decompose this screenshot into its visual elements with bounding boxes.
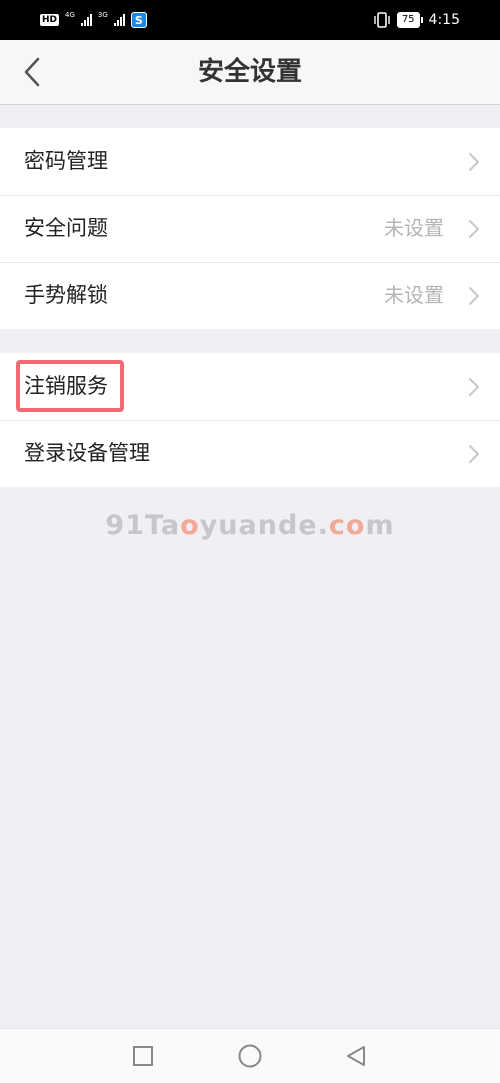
- row-value: 未设置: [384, 216, 444, 240]
- page-title: 安全设置: [197, 57, 302, 87]
- triangle-back-icon: [347, 1046, 365, 1066]
- header: 安全设置: [0, 40, 500, 105]
- settings-group-1: 密码管理 安全问题 未设置 手势解锁 未设置: [0, 128, 500, 329]
- watermark-part: m: [365, 510, 395, 541]
- row-security-question[interactable]: 安全问题 未设置: [0, 195, 500, 262]
- row-login-device-management[interactable]: 登录设备管理: [0, 420, 500, 487]
- square-icon: [133, 1046, 153, 1066]
- chevron-right-icon: [469, 287, 479, 305]
- row-label: 登录设备管理: [24, 441, 150, 465]
- battery-level: 75: [396, 12, 420, 28]
- row-label: 手势解锁: [24, 283, 108, 307]
- row-password-management[interactable]: 密码管理: [0, 128, 500, 195]
- watermark-accent: o: [180, 510, 200, 541]
- chevron-right-icon: [469, 445, 479, 463]
- back-button[interactable]: [14, 54, 50, 90]
- watermark-accent: co: [328, 510, 366, 541]
- status-right: 75 4:15: [373, 10, 460, 30]
- row-label: 密码管理: [24, 149, 108, 173]
- highlight-box: [16, 360, 124, 412]
- battery-icon: 75: [396, 12, 423, 28]
- chevron-right-icon: [469, 153, 479, 171]
- watermark-part: yuande.: [199, 510, 329, 541]
- app-notification-icon: S: [130, 12, 147, 28]
- clock: 4:15: [428, 12, 460, 28]
- system-back-button[interactable]: [343, 1043, 369, 1069]
- row-gesture-unlock[interactable]: 手势解锁 未设置: [0, 262, 500, 329]
- network-type-2: 3G: [97, 11, 108, 19]
- row-value: 未设置: [384, 283, 444, 307]
- network-type-1: 4G: [65, 11, 75, 19]
- watermark: 91Taoyuande.com: [0, 510, 500, 541]
- row-label: 安全问题: [24, 216, 108, 240]
- status-left: HD 4G 3G S: [40, 10, 147, 30]
- status-bar: HD 4G 3G S 75 4:15: [0, 0, 500, 40]
- chevron-left-icon: [24, 57, 40, 87]
- system-nav-bar: [0, 1028, 500, 1083]
- signal-icon-2: [113, 14, 125, 26]
- recent-apps-button[interactable]: [130, 1043, 156, 1069]
- row-cancel-service[interactable]: 注销服务: [0, 353, 500, 420]
- chevron-right-icon: [469, 378, 479, 396]
- signal-icon-1: [80, 14, 92, 26]
- settings-group-2: 注销服务 登录设备管理: [0, 353, 500, 487]
- watermark-part: 91Ta: [105, 510, 181, 541]
- vibrate-icon: [373, 12, 391, 28]
- hd-badge: HD: [40, 14, 60, 26]
- home-button[interactable]: [237, 1043, 263, 1069]
- circle-icon: [238, 1044, 262, 1068]
- chevron-right-icon: [469, 220, 479, 238]
